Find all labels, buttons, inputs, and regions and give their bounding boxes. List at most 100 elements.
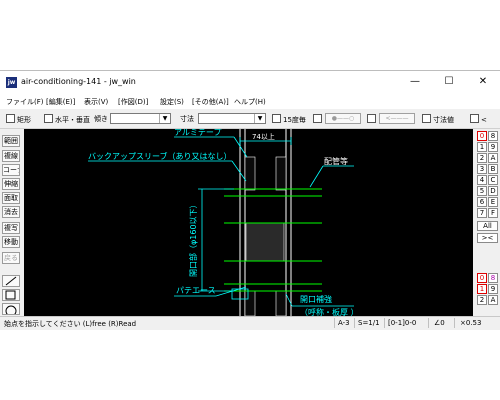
maximize-button[interactable]: ☐ bbox=[432, 71, 466, 93]
insulation-hatch bbox=[244, 156, 287, 316]
circle-tool-icon[interactable] bbox=[2, 303, 20, 315]
circle-icon bbox=[5, 305, 17, 314]
layer-1-button[interactable]: 1 bbox=[477, 284, 487, 294]
horiz-vert-toggle[interactable]: 水平・垂直 bbox=[44, 114, 90, 125]
layer-group-6-button[interactable]: 6 bbox=[477, 197, 487, 207]
tool-offset[interactable]: 複線 bbox=[2, 150, 20, 162]
app-icon: jw bbox=[6, 77, 17, 88]
app-window: jw air-conditioning-141 - jw_win — ☐ ✕ フ… bbox=[0, 70, 500, 330]
btn1-checkbox[interactable] bbox=[313, 114, 322, 123]
tool-copy[interactable]: 複写 bbox=[2, 222, 20, 234]
status-divider bbox=[428, 318, 429, 328]
label-piping: 配管等 bbox=[324, 156, 348, 166]
line-tool-icon[interactable] bbox=[2, 275, 20, 287]
label-note: （呼称・板厚 ） bbox=[300, 307, 359, 316]
btn1-checkbox-wrap[interactable] bbox=[313, 114, 324, 124]
slope-label: 傾き bbox=[94, 115, 108, 123]
tool-corner[interactable]: コーナー bbox=[2, 164, 20, 176]
layer-group-4-button[interactable]: 4 bbox=[477, 175, 487, 185]
layer-a-button[interactable]: A bbox=[488, 295, 498, 305]
status-bar: 始点を指示してください (L)free (R)Read A-3 S=1/1 [0… bbox=[0, 316, 500, 330]
layer-group-e-button[interactable]: E bbox=[488, 197, 498, 207]
layer-group-5-button[interactable]: 5 bbox=[477, 186, 487, 196]
tool-extend[interactable]: 伸縮 bbox=[2, 178, 20, 190]
layer-8-button[interactable]: 8 bbox=[488, 273, 498, 283]
slope-combo[interactable]: ▼ bbox=[110, 113, 171, 124]
layer-group-a-button[interactable]: A bbox=[488, 153, 498, 163]
menu-file[interactable]: ファイル(F) bbox=[6, 97, 44, 107]
dimval-toggle[interactable]: 寸法値 bbox=[422, 114, 454, 125]
dimval-checkbox[interactable] bbox=[422, 114, 431, 123]
menu-view[interactable]: 表示(V) bbox=[84, 97, 108, 107]
window-title: air-conditioning-141 - jw_win bbox=[21, 77, 136, 86]
chevron-down-icon[interactable]: ▼ bbox=[254, 114, 265, 123]
drawing-canvas[interactable]: アルミテープ 74以上 バックアップスリーブ（あり又はなし） 配管等 開口部（φ… bbox=[24, 129, 473, 316]
deg15-toggle[interactable]: 15度毎 bbox=[272, 114, 306, 125]
label-backup-sleeve: バックアップスリーブ（あり又はなし） bbox=[88, 151, 232, 161]
status-divider bbox=[384, 318, 385, 328]
left-toolbar: 範囲 複線 コーナー 伸縮 面取 消去 複写 移動 戻る bbox=[0, 129, 22, 316]
rect-tool-icon[interactable] bbox=[2, 289, 20, 301]
menu-other[interactable]: [その他(A)] bbox=[192, 97, 229, 107]
layer-group-8-button[interactable]: 8 bbox=[488, 131, 498, 141]
toolbar: 矩形 水平・垂直 傾き ▼ 寸法 ▼ 15度毎 ●——○ <——— 寸法値 < bbox=[0, 110, 500, 129]
swap-layers-button[interactable]: >< bbox=[477, 233, 498, 243]
layer-group-2-button[interactable]: 2 bbox=[477, 153, 487, 163]
tool-range[interactable]: 範囲 bbox=[2, 135, 20, 147]
layer-group-d-button[interactable]: D bbox=[488, 186, 498, 196]
layer-group-1-button[interactable]: 1 bbox=[477, 142, 487, 152]
status-scale[interactable]: S=1/1 bbox=[358, 319, 380, 327]
menu-settings[interactable]: 設定(S) bbox=[160, 97, 184, 107]
status-paper-size[interactable]: A-3 bbox=[338, 319, 350, 327]
rect-checkbox[interactable] bbox=[6, 114, 15, 123]
rect-label: 矩形 bbox=[17, 116, 31, 124]
btn2-checkbox-wrap[interactable] bbox=[367, 114, 378, 124]
arrow-mode-button[interactable]: <——— bbox=[379, 113, 415, 124]
last-toggle[interactable]: < bbox=[470, 114, 487, 124]
last-checkbox[interactable] bbox=[470, 114, 479, 123]
label-putty: パテエース bbox=[176, 286, 216, 295]
menu-bar: ファイル(F) [編集(E)] 表示(V) [作図(D)] 設定(S) [その他… bbox=[0, 95, 500, 109]
btn2-checkbox[interactable] bbox=[367, 114, 376, 123]
layer-group-9-button[interactable]: 9 bbox=[488, 142, 498, 152]
layer-group-7-button[interactable]: 7 bbox=[477, 208, 487, 218]
label-opening: 開口部（φ160以下） bbox=[188, 200, 198, 277]
menu-help[interactable]: ヘルプ(H) bbox=[234, 97, 266, 107]
chevron-down-icon[interactable]: ▼ bbox=[159, 114, 170, 123]
layer-group-b-button[interactable]: B bbox=[488, 164, 498, 174]
tool-chamfer[interactable]: 面取 bbox=[2, 192, 20, 204]
status-divider bbox=[334, 318, 335, 328]
horiz-vert-checkbox[interactable] bbox=[44, 114, 53, 123]
title-bar: jw air-conditioning-141 - jw_win — ☐ ✕ bbox=[0, 71, 500, 95]
label-aluminum-tape: アルミテープ bbox=[174, 129, 221, 137]
menu-draw[interactable]: [作図(D)] bbox=[118, 97, 148, 107]
status-divider bbox=[354, 318, 355, 328]
cad-drawing: アルミテープ 74以上 バックアップスリーブ（あり又はなし） 配管等 開口部（φ… bbox=[88, 129, 359, 316]
close-button[interactable]: ✕ bbox=[466, 71, 500, 93]
status-layer[interactable]: [0-1]0-0 bbox=[388, 319, 416, 327]
status-zoom[interactable]: ×0.53 bbox=[460, 319, 481, 327]
right-layer-panel: 0 8 1 9 2 A 3 B 4 C 5 D 6 E 7 F All >< 0… bbox=[474, 129, 500, 316]
status-prompt: 始点を指示してください (L)free (R)Read bbox=[4, 320, 137, 328]
layer-9-button[interactable]: 9 bbox=[488, 284, 498, 294]
rect-toggle[interactable]: 矩形 bbox=[6, 114, 31, 125]
status-angle[interactable]: ∠0 bbox=[434, 319, 445, 327]
menu-edit[interactable]: [編集(E)] bbox=[46, 97, 75, 107]
layer-0-button[interactable]: 0 bbox=[477, 273, 487, 283]
label-reinforce: 開口補強 bbox=[300, 294, 332, 304]
deg15-label: 15度毎 bbox=[283, 116, 306, 124]
point-mode-button[interactable]: ●——○ bbox=[325, 113, 361, 124]
dim-label: 寸法 bbox=[180, 115, 194, 123]
layer-group-3-button[interactable]: 3 bbox=[477, 164, 487, 174]
tool-move[interactable]: 移動 bbox=[2, 236, 20, 248]
layer-group-0-button[interactable]: 0 bbox=[477, 131, 487, 141]
layer-2-button[interactable]: 2 bbox=[477, 295, 487, 305]
deg15-checkbox[interactable] bbox=[272, 114, 281, 123]
tool-undo[interactable]: 戻る bbox=[2, 252, 20, 264]
tool-erase[interactable]: 消去 bbox=[2, 206, 20, 218]
layer-group-f-button[interactable]: F bbox=[488, 208, 498, 218]
layer-group-c-button[interactable]: C bbox=[488, 175, 498, 185]
dim-combo[interactable]: ▼ bbox=[198, 113, 266, 124]
all-layers-button[interactable]: All bbox=[477, 221, 498, 231]
minimize-button[interactable]: — bbox=[398, 71, 432, 93]
